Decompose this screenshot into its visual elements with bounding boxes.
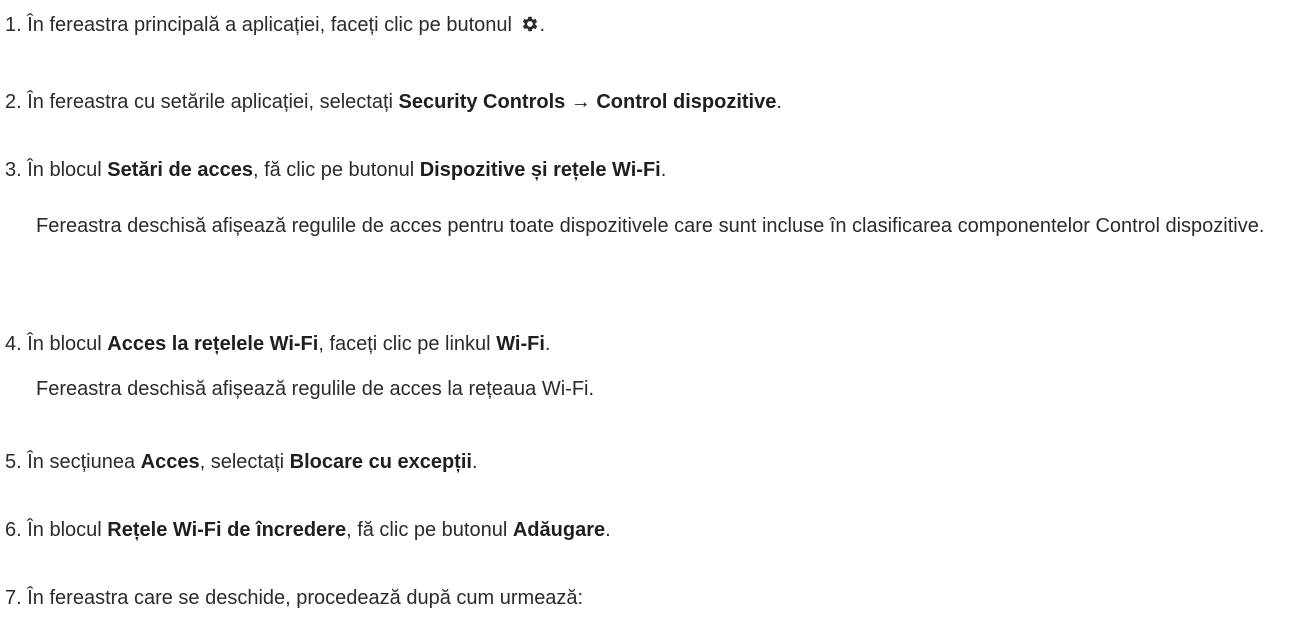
step-text: În fereastra care se deschide, procedeaz… [21, 587, 584, 609]
step-2: 2. În fereastra cu setările aplicației, … [5, 88, 1281, 116]
block-name: Acces la rețelele Wi-Fi [107, 333, 319, 355]
step-text-end: . [776, 91, 782, 113]
step-text: În blocul [21, 159, 108, 181]
step-text-mid: , fă clic pe butonul [346, 519, 513, 541]
step-1: 1. În fereastra principală a aplicației,… [5, 11, 1281, 39]
button-name: Dispozitive și rețele Wi-Fi [419, 159, 661, 181]
step-text: În blocul [21, 519, 108, 541]
step-number: 4. [5, 333, 22, 355]
step-6: 6. În blocul Rețele Wi-Fi de încredere, … [5, 516, 1281, 544]
step-text-end: . [544, 333, 551, 355]
step-text: În blocul [21, 333, 108, 355]
section-name: Acces [140, 451, 200, 473]
step-4: 4. În blocul Acces la rețelele Wi-Fi, fa… [5, 330, 1281, 358]
step-number: 5. [5, 451, 22, 473]
step-text-end: . [605, 519, 611, 541]
menu-path: Security Controls → Control dispozitive [398, 91, 777, 113]
step-text: În secțiunea [21, 451, 141, 473]
step-number: 3. [5, 159, 22, 181]
step-text-mid: , faceți clic pe linkul [318, 333, 497, 355]
step-text: În fereastra principală a aplicației, fa… [21, 14, 518, 36]
step-text-mid: , fă clic pe butonul [252, 159, 420, 181]
step-text-end: . [660, 159, 667, 181]
step-text: În fereastra cu setările aplicației, sel… [21, 91, 399, 113]
option-name: Blocare cu excepții [289, 451, 472, 473]
block-name: Setări de acces [107, 159, 253, 181]
step-text-mid: , selectați [199, 451, 290, 473]
step-7: 7. În fereastra care se deschide, proced… [5, 584, 1281, 612]
step-4-note: Fereastra deschisă afișează regulile de … [36, 378, 595, 400]
step-number: 7. [5, 587, 22, 609]
step-number: 6. [5, 519, 22, 541]
button-name: Adăugare [512, 519, 606, 541]
step-3-note: Fereastra deschisă afișează regulile de … [36, 215, 1265, 237]
step-5: 5. În secțiunea Acces, selectați Blocare… [5, 448, 1281, 476]
step-number: 2. [5, 91, 22, 113]
gear-icon [522, 16, 537, 32]
block-name: Rețele Wi-Fi de încredere [107, 519, 347, 541]
step-number: 1. [5, 14, 22, 36]
step-text-end: . [539, 14, 546, 36]
link-name: Wi-Fi [496, 333, 545, 355]
step-text-end: . [471, 451, 478, 473]
step-3: 3. În blocul Setări de acces, fă clic pe… [5, 156, 1281, 184]
